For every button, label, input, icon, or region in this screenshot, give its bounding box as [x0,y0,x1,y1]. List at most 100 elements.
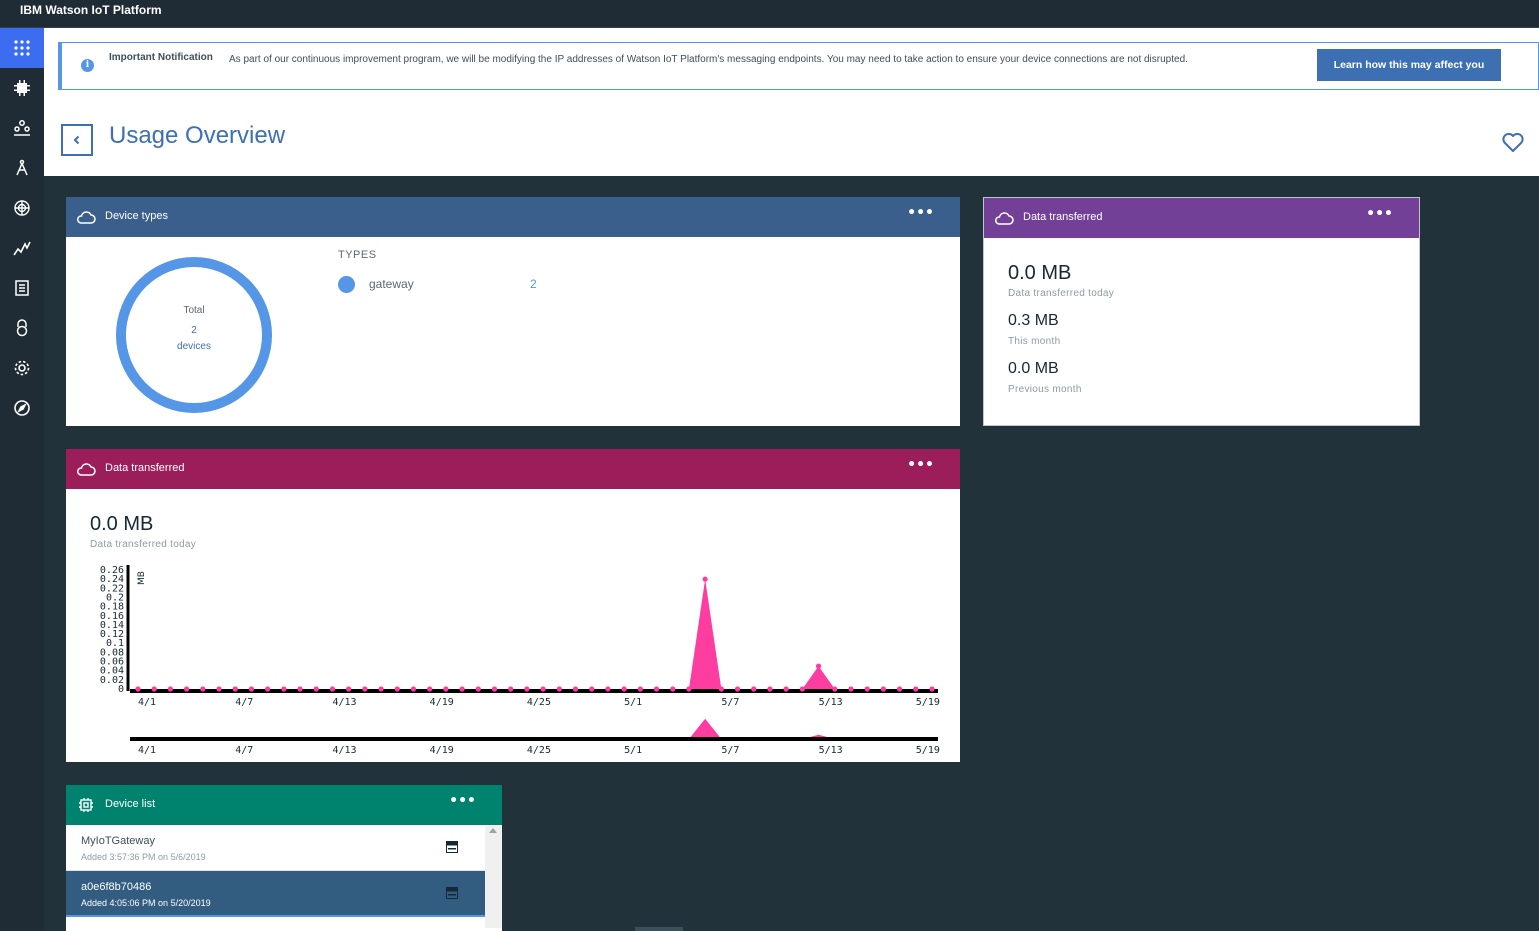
data-point [410,686,417,692]
previous-month-label: Previous month [1008,384,1082,395]
x-tick-label: 4/7 [235,697,253,708]
more-options-button[interactable]: ••• [907,458,934,472]
x-tick-label: 5/13 [819,697,843,708]
usage-area-chart[interactable]: 0.260.240.220.20.180.160.140.120.10.080.… [66,559,960,759]
card-title: Data transferred [1023,211,1103,223]
security-icon [16,319,28,337]
cloud-icon [77,463,96,476]
x-tick-label: 5/1 [624,697,642,708]
data-point [929,686,935,692]
more-options-button[interactable]: ••• [1366,207,1393,221]
data-point [621,686,627,692]
sidebar-item-explore[interactable] [0,388,44,428]
data-chart-card: Data transferred ••• 0.0 MB Data transfe… [66,449,960,762]
x-tick-label: 4/25 [527,697,551,708]
card-header: Device list ••• [66,785,502,825]
chip-icon [79,798,93,812]
card-header: Data transferred ••• [984,198,1419,238]
overview-x-tick-label: 4/13 [332,745,356,756]
sidebar-item-members[interactable] [0,108,44,148]
data-point [297,686,303,692]
today-label: Data transferred today [1008,288,1115,299]
overview-x-tick-label: 5/1 [624,745,642,756]
card-header: Data transferred ••• [66,449,960,489]
series-area [138,579,932,689]
data-point [281,686,287,692]
page-title: Usage Overview [109,122,286,149]
month-value: 0.3 MB [1008,312,1059,329]
sidebar-item-usage[interactable] [0,228,44,268]
data-point [378,686,384,692]
learn-more-button[interactable]: Learn how this may affect you [1317,49,1501,81]
data-point [248,686,255,692]
data-point [848,686,854,692]
device-row[interactable]: MyIoTGateway Added 3:57:36 PM on 5/6/201… [66,825,485,871]
data-point [799,686,805,692]
data-point [637,686,643,692]
device-row-selected[interactable]: a0e6f8b70486 Added 4:05:06 PM on 5/20/20… [66,871,485,917]
x-tick-label: 4/13 [332,697,356,708]
app-title: IBM Watson IoT Platform [20,3,162,17]
data-summary-card: Data transferred ••• 0.0 MB Data transfe… [983,197,1420,426]
overview-x-tick-label: 5/7 [721,745,739,756]
sidebar-item-security[interactable] [0,308,44,348]
explore-compass-icon [14,400,30,416]
favorite-heart-icon[interactable] [1501,130,1525,154]
data-point [556,686,562,692]
data-point [329,686,336,692]
more-options-button[interactable]: ••• [449,794,476,808]
sidebar-item-settings[interactable] [0,348,44,388]
scroll-up-arrow-icon[interactable] [489,828,497,833]
x-tick-label: 4/19 [430,697,454,708]
x-tick-label: 4/1 [138,697,156,708]
back-button[interactable] [61,124,93,156]
device-added: Added 3:57:36 PM on 5/6/2019 [81,852,206,862]
sidebar-item-analytics[interactable] [0,188,44,228]
device-list-card: Device list ••• MyIoTGateway Added 3:57:… [66,785,502,931]
card-header: Device types ••• [66,197,960,237]
x-tick-label: 5/19 [916,697,940,708]
more-options-button[interactable]: ••• [907,206,934,220]
data-point [783,686,789,692]
types-heading: TYPES [338,249,377,261]
chip-icon [14,80,30,96]
device-card-icon[interactable] [446,841,458,853]
card-title: Data transferred [105,462,185,474]
device-card-icon[interactable] [446,887,458,899]
data-point [896,686,903,692]
overview-x-tick-label: 4/19 [430,745,454,756]
data-point [524,686,530,692]
data-point [151,686,157,692]
data-point [815,663,822,669]
data-point [459,686,465,692]
data-point [313,686,319,692]
y-tick-label: 0 [118,684,124,695]
overview-x-tick-label: 4/1 [138,745,156,756]
info-icon: i [81,59,94,72]
data-point [670,686,676,692]
today-value: 0.0 MB [1008,262,1072,284]
bottom-handle [635,927,683,931]
data-point [216,686,222,692]
overview-x-tick-label: 5/19 [916,745,940,756]
sidebar-item-apps[interactable] [0,28,44,68]
chart-today-label: Data transferred today [90,539,197,550]
device-name: a0e6f8b70486 [81,881,152,893]
sidebar-item-devices[interactable] [0,68,44,108]
data-point [702,576,708,582]
device-list-scrollbar[interactable] [485,825,502,928]
data-point [864,686,870,692]
data-point [346,686,352,692]
cloud-icon [995,212,1014,225]
notification-title: Important Notification [109,52,213,63]
donut-total-label: Total [183,305,205,316]
data-point [653,686,660,692]
settings-gear-icon [14,360,30,376]
data-point [362,686,368,692]
compass-draw-icon [16,159,28,176]
data-point [832,686,838,692]
overview-x-tick-label: 5/13 [819,745,843,756]
sidebar-item-reports[interactable] [0,268,44,308]
sidebar [0,28,44,931]
sidebar-item-apps-access[interactable] [0,148,44,188]
